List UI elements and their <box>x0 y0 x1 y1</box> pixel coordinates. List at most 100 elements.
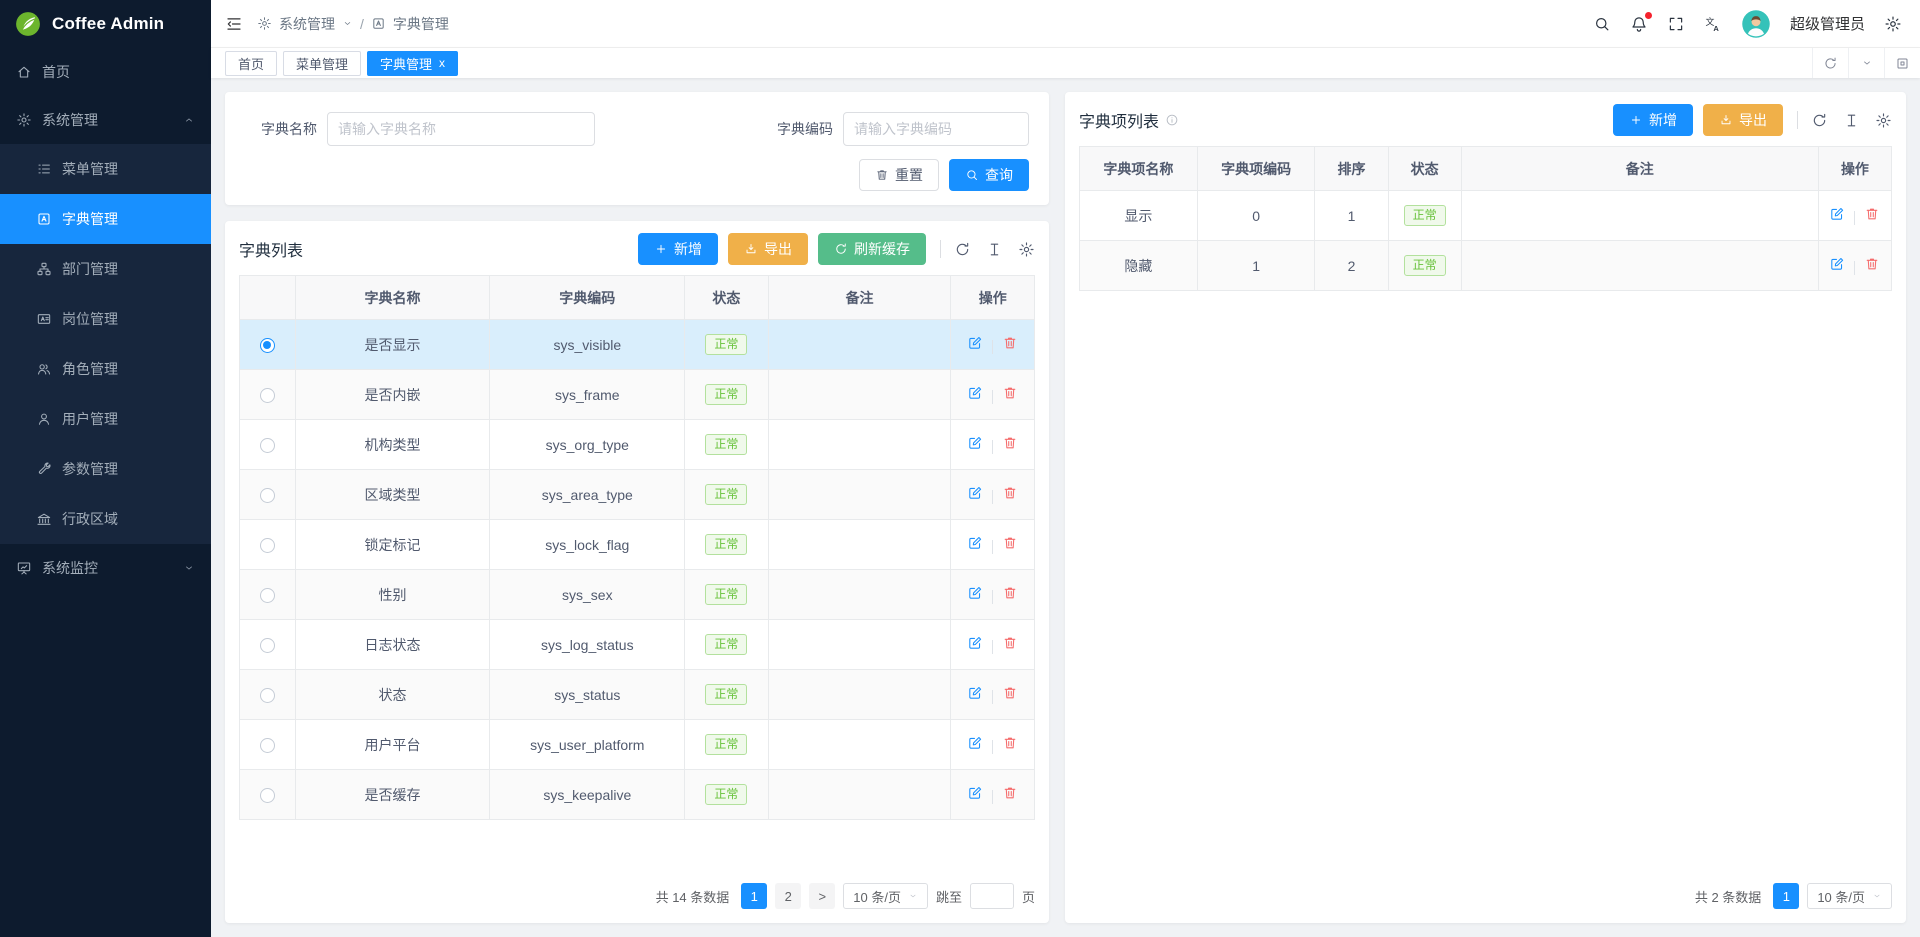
delete-icon[interactable] <box>1002 385 1018 401</box>
row-radio[interactable] <box>260 588 275 603</box>
sidebar-subitem[interactable]: 行政区域 <box>0 494 211 544</box>
sidebar-subitem[interactable]: 用户管理 <box>0 394 211 444</box>
delete-icon[interactable] <box>1002 335 1018 351</box>
item-table-row[interactable]: 隐藏12正常 <box>1080 241 1892 291</box>
close-icon[interactable]: x <box>439 57 445 69</box>
dict-code-cell: sys_visible <box>490 320 685 370</box>
sidebar-item-system[interactable]: 系统管理 <box>0 96 211 144</box>
edit-icon[interactable] <box>967 335 983 351</box>
breadcrumb-section[interactable]: 系统管理 <box>279 14 335 34</box>
delete-icon[interactable] <box>1002 535 1018 551</box>
edit-icon[interactable] <box>1829 206 1845 222</box>
row-density-icon[interactable] <box>1843 112 1860 129</box>
delete-icon[interactable] <box>1002 585 1018 601</box>
export-item-button[interactable]: 导出 <box>1703 104 1783 136</box>
refresh-cache-button[interactable]: 刷新缓存 <box>818 233 926 265</box>
row-radio[interactable] <box>260 738 275 753</box>
tab-item[interactable]: 字典管理x <box>367 51 458 76</box>
page-size-select[interactable]: 10 条/页 <box>843 883 928 909</box>
edit-icon[interactable] <box>967 435 983 451</box>
page-button[interactable]: 1 <box>1773 883 1799 909</box>
sidebar-collapse-icon[interactable] <box>225 15 243 33</box>
refresh-table-icon[interactable] <box>954 241 971 258</box>
next-page-button[interactable]: > <box>809 883 835 909</box>
sidebar-subitem[interactable]: 参数管理 <box>0 444 211 494</box>
row-radio[interactable] <box>260 388 275 403</box>
dict-table-row[interactable]: 日志状态sys_log_status正常 <box>240 620 1035 670</box>
dict-table-row[interactable]: 锁定标记sys_lock_flag正常 <box>240 520 1035 570</box>
settings-gear-icon[interactable] <box>1884 15 1902 33</box>
refresh-page-button[interactable] <box>1812 48 1848 78</box>
export-dict-button[interactable]: 导出 <box>728 233 808 265</box>
delete-icon[interactable] <box>1002 685 1018 701</box>
monitor-icon <box>16 560 32 576</box>
edit-icon[interactable] <box>967 685 983 701</box>
dict-table-row[interactable]: 机构类型sys_org_type正常 <box>240 420 1035 470</box>
add-item-button[interactable]: 新增 <box>1613 104 1693 136</box>
reset-button[interactable]: 重置 <box>859 159 939 191</box>
search-icon[interactable] <box>1593 15 1611 33</box>
dict-table-row[interactable]: 区域类型sys_area_type正常 <box>240 470 1035 520</box>
column-settings-icon[interactable] <box>1018 241 1035 258</box>
delete-icon[interactable] <box>1002 485 1018 501</box>
edit-icon[interactable] <box>967 635 983 651</box>
row-radio[interactable] <box>260 338 275 353</box>
dict-code-input[interactable] <box>843 112 1029 146</box>
row-density-icon[interactable] <box>986 241 1003 258</box>
tab-options-button[interactable] <box>1848 48 1884 78</box>
edit-icon[interactable] <box>967 785 983 801</box>
query-button[interactable]: 查询 <box>949 159 1029 191</box>
jump-unit: 页 <box>1022 887 1035 906</box>
delete-icon[interactable] <box>1864 256 1880 272</box>
app-logo[interactable]: Coffee Admin <box>0 0 211 48</box>
sidebar-subitem[interactable]: 角色管理 <box>0 344 211 394</box>
jump-page-input[interactable] <box>970 883 1014 909</box>
fullscreen-icon[interactable] <box>1667 15 1685 33</box>
delete-icon[interactable] <box>1002 435 1018 451</box>
add-dict-button[interactable]: 新增 <box>638 233 718 265</box>
refresh-table-icon[interactable] <box>1811 112 1828 129</box>
row-radio[interactable] <box>260 788 275 803</box>
dict-table-row[interactable]: 是否内嵌sys_frame正常 <box>240 370 1035 420</box>
row-radio[interactable] <box>260 688 275 703</box>
dict-table-row[interactable]: 是否缓存sys_keepalive正常 <box>240 770 1035 820</box>
item-table-row[interactable]: 显示01正常 <box>1080 191 1892 241</box>
translate-icon[interactable]: 文A <box>1704 15 1722 33</box>
tab-item[interactable]: 菜单管理 <box>283 51 361 76</box>
content-fullscreen-button[interactable] <box>1884 48 1920 78</box>
row-radio[interactable] <box>260 538 275 553</box>
delete-icon[interactable] <box>1002 735 1018 751</box>
row-radio[interactable] <box>260 638 275 653</box>
info-icon[interactable] <box>1165 113 1179 127</box>
sidebar-subitem[interactable]: 岗位管理 <box>0 294 211 344</box>
delete-icon[interactable] <box>1864 206 1880 222</box>
dict-table-row[interactable]: 是否显示sys_visible正常 <box>240 320 1035 370</box>
edit-icon[interactable] <box>967 735 983 751</box>
column-settings-icon[interactable] <box>1875 112 1892 129</box>
page-button[interactable]: 2 <box>775 883 801 909</box>
edit-icon[interactable] <box>967 385 983 401</box>
sidebar-subitem[interactable]: 菜单管理 <box>0 144 211 194</box>
edit-icon[interactable] <box>1829 256 1845 272</box>
page-button[interactable]: 1 <box>741 883 767 909</box>
sidebar-item-monitor[interactable]: 系统监控 <box>0 544 211 592</box>
dict-table-row[interactable]: 性别sys_sex正常 <box>240 570 1035 620</box>
row-radio[interactable] <box>260 438 275 453</box>
avatar[interactable] <box>1741 9 1771 39</box>
notification-bell-icon[interactable] <box>1630 15 1648 33</box>
user-name[interactable]: 超级管理员 <box>1790 13 1865 34</box>
sidebar-item-home[interactable]: 首页 <box>0 48 211 96</box>
dict-table-row[interactable]: 状态sys_status正常 <box>240 670 1035 720</box>
sidebar-subitem[interactable]: 部门管理 <box>0 244 211 294</box>
page-size-select[interactable]: 10 条/页 <box>1807 883 1892 909</box>
tab-item[interactable]: 首页 <box>225 51 277 76</box>
delete-icon[interactable] <box>1002 635 1018 651</box>
delete-icon[interactable] <box>1002 785 1018 801</box>
sidebar-subitem[interactable]: 字典管理 <box>0 194 211 244</box>
dict-name-input[interactable] <box>327 112 595 146</box>
edit-icon[interactable] <box>967 585 983 601</box>
row-radio[interactable] <box>260 488 275 503</box>
edit-icon[interactable] <box>967 535 983 551</box>
edit-icon[interactable] <box>967 485 983 501</box>
dict-table-row[interactable]: 用户平台sys_user_platform正常 <box>240 720 1035 770</box>
